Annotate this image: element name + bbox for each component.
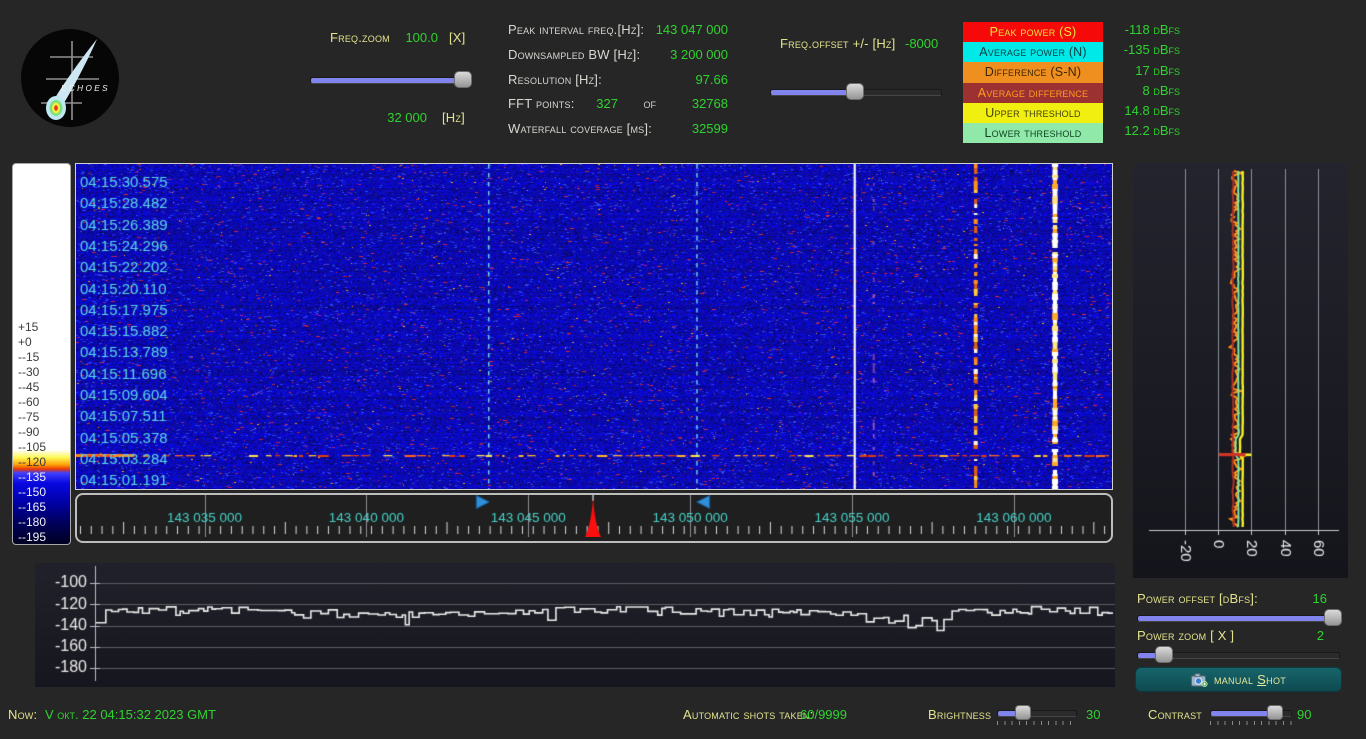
- colorbar-label: +15: [18, 319, 39, 334]
- colorbar-label: --60: [18, 394, 40, 409]
- contrast-slider-handle[interactable]: [1266, 705, 1283, 720]
- fft-points-of: of: [643, 96, 657, 112]
- info-value: 32599: [691, 121, 728, 137]
- power-colorbar: +15 +0 --15 --30 --45 --60 --75 --90 --105 --120-…: [12, 163, 71, 545]
- marker-legend-values: -118 dBfs -135 dBfs 17 dBfs 8 dBfs 14.8 dBfs…: [1096, 20, 1180, 142]
- freq-offset-slider[interactable]: [770, 83, 942, 100]
- legend-button-difference-s-n[interactable]: Difference (S-N): [963, 62, 1103, 83]
- camera-plus-icon: [1190, 672, 1208, 687]
- contrast-slider[interactable]: [1210, 704, 1292, 720]
- fft-points-used: 327: [596, 96, 618, 112]
- legend-button-lower-threshold[interactable]: Lower threshold: [963, 122, 1103, 144]
- colorbar-label: +0: [18, 334, 32, 349]
- power-spectrum-plot: [1133, 163, 1348, 578]
- fft-points-total: 32768: [691, 96, 728, 112]
- power-zoom-label: Power zoom [ X ]: [1137, 628, 1235, 643]
- info-row-peak-interval-freq: Peak interval freq.[Hz]: 143 047 000: [508, 22, 728, 40]
- colorbar-label: --30: [18, 364, 40, 379]
- freq-zoom-label: Freq.zoom: [330, 30, 390, 45]
- power-spectrum-panel: [1133, 163, 1348, 578]
- legend-value: 14.8 dBfs: [1124, 103, 1180, 119]
- colorbar-label: --90: [18, 424, 40, 439]
- echoes-logo: ECHOES: [20, 28, 120, 128]
- legend-value: 12.2 dBfs: [1124, 123, 1180, 139]
- colorbar-label: --105: [18, 440, 47, 455]
- info-row-resolution: Resolution [Hz]: 97.66: [508, 72, 728, 90]
- colorbar-label: --120: [18, 455, 47, 470]
- legend-value: -135 dBfs: [1123, 42, 1180, 58]
- brightness-slider-ticks: [997, 721, 1077, 725]
- frequency-scale-frame: [75, 493, 1113, 543]
- freq-zoom-slider-handle[interactable]: [454, 71, 472, 88]
- manual-shot-button[interactable]: manual Shot: [1135, 667, 1342, 692]
- colorbar-label: --150: [18, 485, 47, 500]
- power-zoom-slider[interactable]: [1137, 646, 1340, 663]
- colorbar-label: --15: [18, 349, 40, 364]
- waterfall-display[interactable]: [76, 164, 1112, 489]
- info-row-downsampled-bw: Downsampled BW [Hz]: 3 200 000: [508, 47, 728, 65]
- legend-button-upper-threshold[interactable]: Upper threshold: [963, 102, 1103, 123]
- legend-value: -118 dBfs: [1124, 22, 1180, 37]
- shots-taken-label: Automatic shots taken:: [683, 707, 814, 722]
- app-window: ECHOES Freq.zoom 100.0 [X] 32 000 [Hz] P…: [0, 0, 1366, 739]
- freq-offset-value: -8000: [905, 36, 939, 51]
- info-row-fft-points: FFT points: 327 of 32768: [508, 96, 728, 114]
- freq-zoom-unit: [X]: [449, 30, 466, 45]
- info-label: Peak interval freq.[Hz]:: [508, 22, 645, 37]
- legend-value: 8 dBfs: [1142, 82, 1180, 98]
- info-label: FFT points:: [508, 96, 575, 112]
- power-offset-value: 16: [1312, 591, 1327, 606]
- legend-value: 17 dBfs: [1135, 62, 1180, 78]
- colorbar-label: --45: [18, 379, 40, 394]
- brightness-slider-handle[interactable]: [1014, 705, 1031, 720]
- freq-span-value: 32 000: [387, 110, 427, 125]
- brightness-value: 30: [1086, 707, 1101, 722]
- legend-button-average-difference[interactable]: Average difference: [963, 82, 1103, 103]
- info-value: 143 047 000: [655, 22, 728, 37]
- colorbar-label: --75: [18, 409, 40, 424]
- average-spectrum-panel: [35, 563, 1115, 687]
- now-value: V окт. 22 04:15:32 2023 GMT: [45, 707, 216, 722]
- manual-shot-label: manual Shot: [1213, 672, 1287, 687]
- brightness-label: Brightness: [928, 707, 992, 722]
- info-label: Waterfall coverage [ms]:: [508, 121, 652, 137]
- svg-text:ECHOES: ECHOES: [61, 84, 110, 93]
- info-value: 3 200 000: [670, 46, 728, 62]
- contrast-label: Contrast: [1148, 707, 1202, 722]
- info-value: 97.66: [695, 71, 728, 87]
- info-label: Downsampled BW [Hz]:: [508, 46, 641, 62]
- freq-zoom-value: 100.0: [405, 30, 438, 45]
- freq-offset-slider-handle[interactable]: [846, 83, 865, 100]
- info-label: Resolution [Hz]:: [508, 71, 602, 87]
- legend-button-peak-power-s[interactable]: Peak power (S): [963, 22, 1103, 43]
- frequency-scale[interactable]: [77, 495, 1107, 537]
- average-spectrum-plot: [35, 563, 1115, 687]
- freq-offset-label: Freq.offset +/- [Hz]: [780, 36, 896, 51]
- freq-zoom-slider[interactable]: [310, 71, 472, 88]
- power-zoom-value: 2: [1316, 628, 1324, 643]
- colorbar-label: --135: [18, 470, 47, 485]
- marker-legend: Peak power (S) Average power (N) Differenc…: [963, 22, 1103, 144]
- signal-info-panel: Peak interval freq.[Hz]: 143 047 000 Dow…: [508, 22, 728, 148]
- colorbar-label: --180: [18, 515, 47, 530]
- power-zoom-slider-handle[interactable]: [1155, 646, 1174, 663]
- now-label: Now:: [8, 707, 38, 722]
- power-offset-slider[interactable]: [1137, 609, 1342, 626]
- colorbar-label: --165: [18, 500, 47, 515]
- waterfall-frame: [75, 163, 1113, 490]
- contrast-slider-ticks: [1210, 721, 1292, 725]
- contrast-value: 90: [1297, 707, 1312, 722]
- meteor-logo-icon: ECHOES: [21, 29, 119, 127]
- brightness-slider[interactable]: [997, 704, 1077, 720]
- info-row-waterfall-coverage: Waterfall coverage [ms]: 32599: [508, 121, 728, 139]
- legend-button-average-power-n[interactable]: Average power (N): [963, 42, 1103, 63]
- colorbar-label: --195: [18, 530, 47, 545]
- freq-span-unit: [Hz]: [442, 110, 465, 125]
- power-offset-slider-handle[interactable]: [1323, 609, 1342, 626]
- shots-taken-value: 60/9999: [800, 707, 847, 722]
